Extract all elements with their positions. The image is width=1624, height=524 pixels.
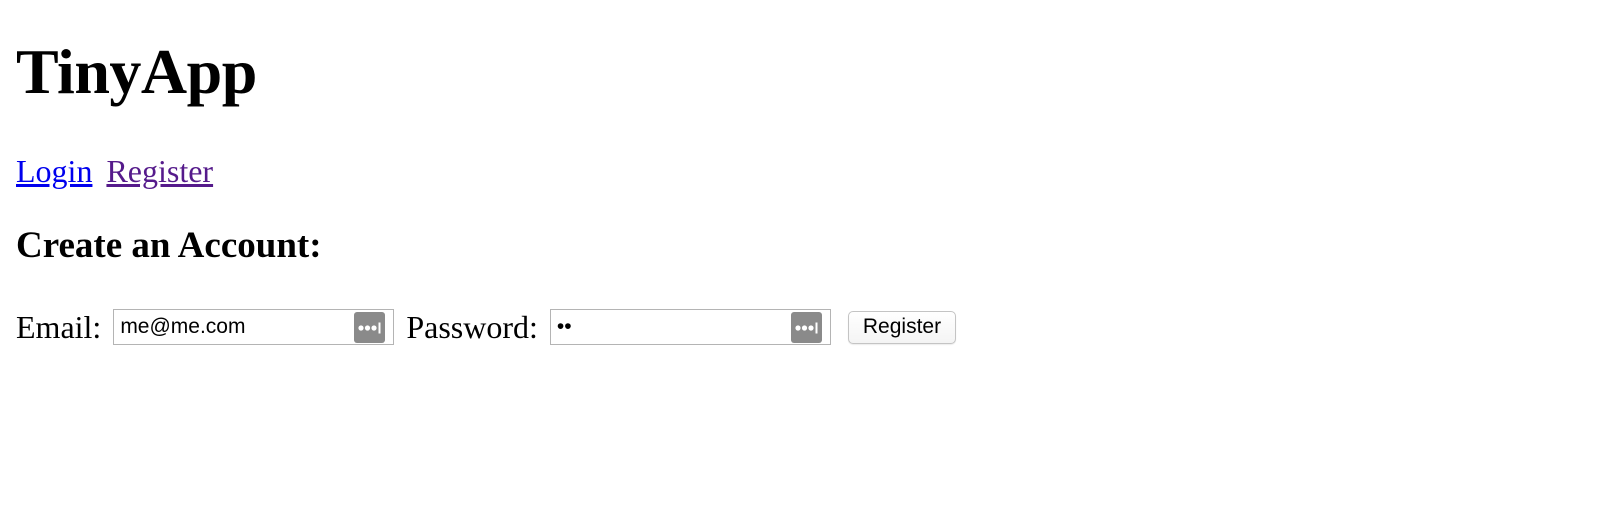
password-field[interactable]: [550, 310, 797, 344]
login-link[interactable]: Login: [16, 153, 92, 189]
key-dots-icon: [795, 322, 818, 333]
password-label: Password:: [406, 309, 538, 345]
password-manager-key-icon[interactable]: [354, 312, 386, 343]
register-link[interactable]: Register: [106, 153, 213, 189]
email-field[interactable]: [114, 310, 361, 344]
app-title: TinyApp: [16, 36, 257, 107]
password-manager-key-icon[interactable]: [790, 312, 822, 343]
register-form: Email: Password: Register: [16, 307, 957, 347]
email-label: Email:: [16, 309, 102, 345]
key-dots-icon: [358, 322, 381, 333]
email-field-container: [113, 309, 395, 345]
register-button[interactable]: Register: [847, 310, 957, 344]
password-field-container: [549, 309, 831, 345]
top-nav: Login Register: [16, 152, 213, 190]
create-account-heading: Create an Account:: [16, 225, 322, 266]
